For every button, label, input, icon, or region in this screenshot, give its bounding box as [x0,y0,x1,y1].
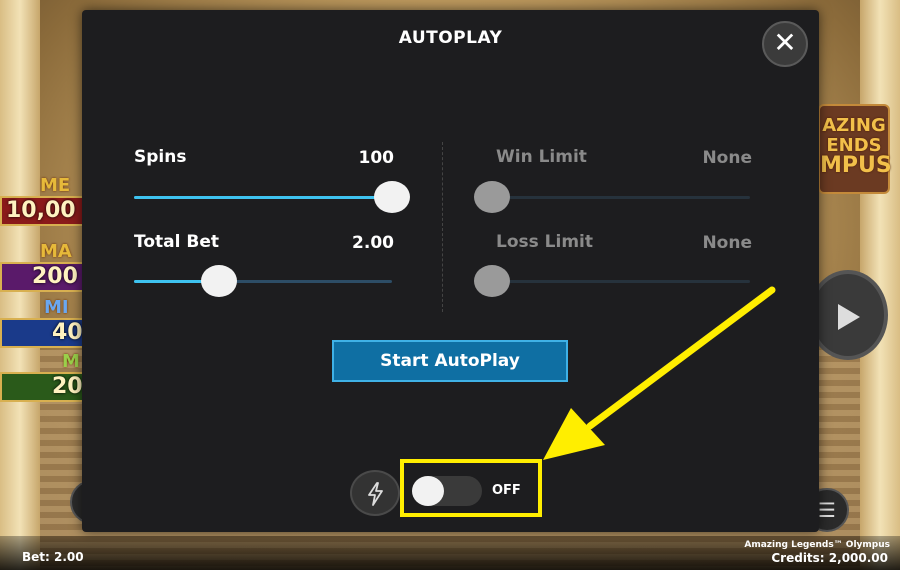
pointer-arrow-icon [543,286,776,460]
